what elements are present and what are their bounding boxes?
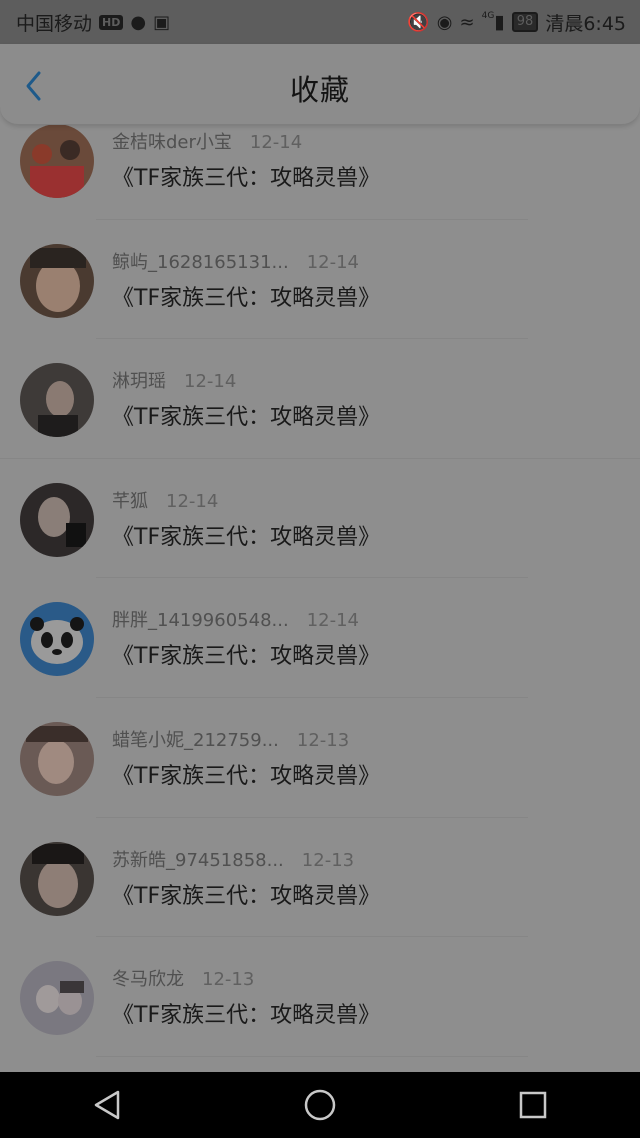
author-name: 苏新皓_97451858...	[112, 849, 284, 871]
item-title: 《TF家族三代：攻略灵兽》	[112, 1003, 381, 1029]
list-item[interactable]: 胖胖_1419960548... 12-14 《TF家族三代：攻略灵兽》	[0, 578, 640, 698]
favorites-list[interactable]: 金桔味der小宝 12-14 《TF家族三代：攻略灵兽》 鲸屿_162816513…	[0, 100, 640, 1072]
list-item[interactable]: 苏新皓_97451858... 12-13 《TF家族三代：攻略灵兽》	[0, 818, 640, 938]
clock: 清晨6:45	[545, 12, 626, 35]
status-left: 中国移动 HD ● ▣	[16, 9, 170, 36]
item-meta: 苏新皓_97451858... 12-13	[112, 846, 354, 872]
avatar[interactable]	[20, 363, 94, 438]
item-date: 12-13	[296, 729, 350, 751]
author-name: 鲸屿_1628165131...	[112, 251, 289, 273]
carrier-label: 中国移动	[16, 12, 93, 35]
author-name: 胖胖_1419960548...	[112, 610, 289, 632]
list-item[interactable]: 冬马欣龙 12-13 《TF家族三代：攻略灵兽》	[0, 937, 640, 1057]
square-recents-icon	[520, 1091, 547, 1119]
app-notification-icon: ▣	[153, 11, 171, 33]
item-title: 《TF家族三代：攻略灵兽》	[112, 763, 381, 789]
wifi-icon: ≈	[459, 11, 475, 33]
item-title: 《TF家族三代：攻略灵兽》	[112, 883, 381, 909]
item-meta: 淋玥瑶 12-14	[112, 367, 236, 393]
item-date: 12-14	[306, 610, 359, 632]
mute-icon: 🔇	[407, 11, 430, 33]
item-title: 《TF家族三代：攻略灵兽》	[112, 166, 381, 191]
avatar[interactable]	[20, 243, 94, 318]
item-date: 12-14	[306, 251, 359, 273]
list-item[interactable]: 鲸屿_1628165131... 12-14 《TF家族三代：攻略灵兽》	[0, 220, 640, 340]
hd-badge: HD	[99, 14, 124, 30]
system-nav-bar	[0, 1072, 640, 1138]
eye-icon: ◉	[436, 11, 453, 33]
item-meta: 芊狐 12-14	[112, 487, 218, 513]
list-item[interactable]: 芊狐 12-14 《TF家族三代：攻略灵兽》	[0, 459, 640, 579]
signal-icon: 4G▮	[481, 11, 505, 33]
system-back-button[interactable]	[77, 1075, 137, 1135]
circle-home-icon	[304, 1089, 336, 1121]
avatar[interactable]	[20, 482, 94, 557]
author-name: 冬马欣龙	[112, 969, 184, 991]
item-meta: 蜡笔小妮_212759... 12-13	[112, 726, 349, 752]
item-meta: 冬马欣龙 12-13	[112, 965, 254, 991]
avatar[interactable]	[20, 961, 94, 1036]
item-date: 12-13	[301, 849, 355, 871]
author-name: 蜡笔小妮_212759...	[112, 729, 279, 751]
system-home-button[interactable]	[290, 1075, 350, 1135]
chat-icon: ●	[130, 11, 147, 33]
author-name: 芊狐	[112, 490, 148, 512]
avatar[interactable]	[20, 841, 94, 916]
triangle-back-icon	[94, 1090, 119, 1120]
item-date: 12-13	[202, 969, 255, 991]
battery-icon: 98	[511, 12, 539, 32]
item-date: 12-14	[184, 371, 237, 393]
list-item[interactable]: 淋玥瑶 12-14 《TF家族三代：攻略灵兽》	[0, 339, 640, 459]
item-title: 《TF家族三代：攻略灵兽》	[112, 405, 381, 431]
status-bar: 中国移动 HD ● ▣ 🔇 ◉ ≈ 4G▮ 98 清晨6:45	[0, 0, 640, 44]
avatar[interactable]	[20, 721, 94, 796]
item-title: 《TF家族三代：攻略灵兽》	[112, 524, 381, 550]
network-type: 4G	[481, 11, 495, 21]
status-right: 🔇 ◉ ≈ 4G▮ 98 清晨6:45	[407, 9, 626, 36]
author-name: 淋玥瑶	[112, 371, 166, 393]
avatar[interactable]	[20, 602, 94, 677]
page-title: 收藏	[289, 73, 350, 107]
item-date: 12-14	[166, 490, 219, 512]
item-meta: 胖胖_1419960548... 12-14	[112, 606, 359, 632]
item-meta: 鲸屿_1628165131... 12-14	[112, 248, 359, 274]
nav-bar: 收藏	[0, 44, 640, 125]
system-recents-button[interactable]	[503, 1075, 563, 1135]
item-title: 《TF家族三代：攻略灵兽》	[112, 644, 381, 670]
item-title: 《TF家族三代：攻略灵兽》	[112, 285, 381, 311]
divider	[96, 1055, 528, 1057]
list-item[interactable]: 蜡笔小妮_212759... 12-13 《TF家族三代：攻略灵兽》	[0, 698, 640, 818]
